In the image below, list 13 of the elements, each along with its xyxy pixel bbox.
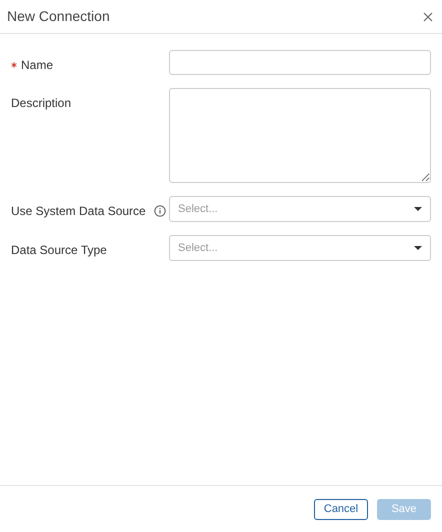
- field-label: Name: [21, 57, 54, 74]
- name-field[interactable]: [169, 50, 431, 75]
- field-label: Data Source Type: [11, 242, 107, 259]
- close-icon[interactable]: [423, 12, 433, 22]
- description-field[interactable]: [169, 88, 431, 183]
- caret-icon: [414, 246, 422, 250]
- field-label: Description: [11, 95, 72, 112]
- select-field[interactable]: Select...: [169, 235, 431, 261]
- caret-icon: [414, 207, 422, 211]
- cancel-button[interactable]: Cancel: [314, 498, 368, 520]
- select-field[interactable]: Select...: [169, 196, 431, 222]
- field-label: Use System Data Source: [11, 203, 146, 220]
- dialog-title: New Connection: [7, 7, 110, 26]
